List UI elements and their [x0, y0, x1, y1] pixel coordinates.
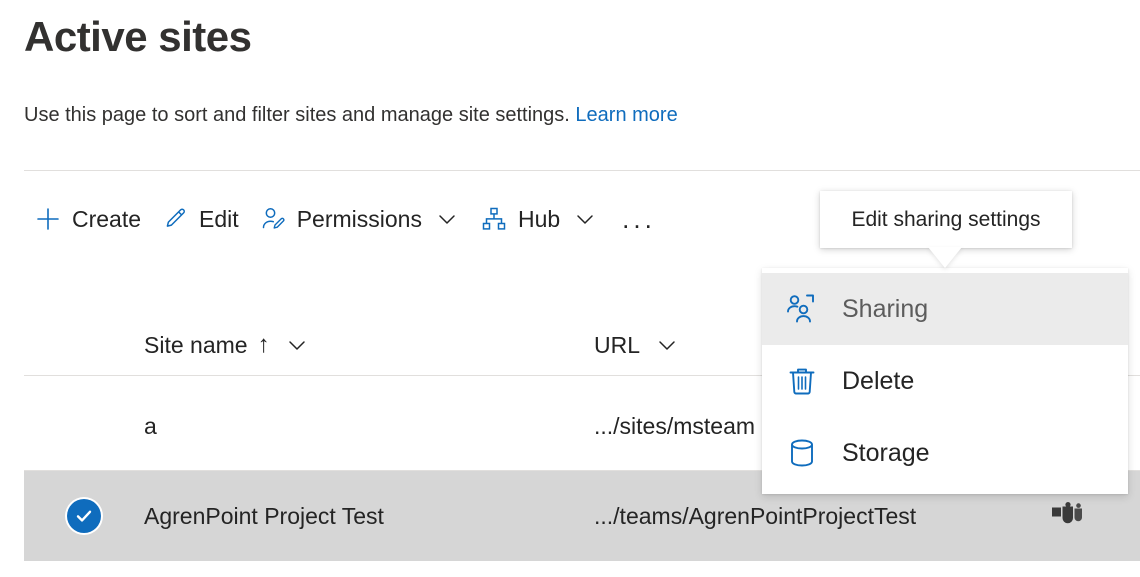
pencil-icon: [161, 205, 189, 233]
column-header-url-label: URL: [594, 331, 640, 359]
checkmark-icon: [67, 499, 101, 533]
plus-icon: [34, 205, 62, 233]
page-description-text: Use this page to sort and filter sites a…: [24, 104, 570, 126]
row-url: .../teams/AgrenPointProjectTest: [594, 502, 916, 530]
edit-button[interactable]: Edit: [151, 195, 249, 243]
chevron-down-icon[interactable]: [284, 332, 310, 358]
page-title: Active sites: [24, 8, 251, 66]
tooltip: Edit sharing settings: [820, 191, 1072, 248]
sort-ascending-icon: ↑: [258, 332, 270, 358]
person-edit-icon: [259, 205, 287, 233]
create-button-label: Create: [72, 205, 141, 233]
ellipsis-icon: ...: [622, 210, 656, 228]
database-icon: [784, 435, 820, 471]
row-site-name: AgrenPoint Project Test: [144, 502, 384, 530]
chevron-down-icon[interactable]: [654, 332, 680, 358]
row-checkbox[interactable]: [24, 499, 144, 533]
permissions-button-label: Permissions: [297, 205, 422, 233]
row-site-name: a: [144, 412, 157, 440]
menu-item-delete[interactable]: Delete: [762, 345, 1128, 417]
people-share-icon: [784, 291, 820, 327]
menu-item-sharing-label: Sharing: [842, 294, 928, 324]
overflow-menu-button[interactable]: ...: [608, 195, 670, 243]
header-divider: [24, 170, 1140, 171]
trash-icon: [784, 363, 820, 399]
chevron-down-icon[interactable]: [434, 206, 460, 232]
tooltip-text: Edit sharing settings: [851, 207, 1040, 233]
context-menu: Sharing Delete Storage: [762, 268, 1128, 494]
column-header-site-name-label: Site name: [144, 331, 248, 359]
row-url: .../sites/msteam: [594, 412, 755, 440]
menu-item-delete-label: Delete: [842, 366, 914, 396]
menu-item-storage-label: Storage: [842, 438, 930, 468]
teams-icon: [1038, 502, 1098, 530]
learn-more-link[interactable]: Learn more: [575, 104, 677, 126]
page-description: Use this page to sort and filter sites a…: [24, 101, 678, 129]
command-bar: Create Edit Permissions: [24, 190, 670, 248]
tooltip-beak: [928, 247, 962, 268]
org-hierarchy-icon: [480, 205, 508, 233]
chevron-down-icon[interactable]: [572, 206, 598, 232]
column-header-site-name[interactable]: Site name ↑: [144, 329, 310, 361]
edit-button-label: Edit: [199, 205, 239, 233]
column-header-url[interactable]: URL: [594, 329, 680, 361]
permissions-button[interactable]: Permissions: [249, 195, 470, 243]
hub-button[interactable]: Hub: [470, 195, 608, 243]
menu-item-sharing[interactable]: Sharing: [762, 273, 1128, 345]
create-button[interactable]: Create: [24, 195, 151, 243]
hub-button-label: Hub: [518, 205, 560, 233]
menu-item-storage[interactable]: Storage: [762, 417, 1128, 489]
